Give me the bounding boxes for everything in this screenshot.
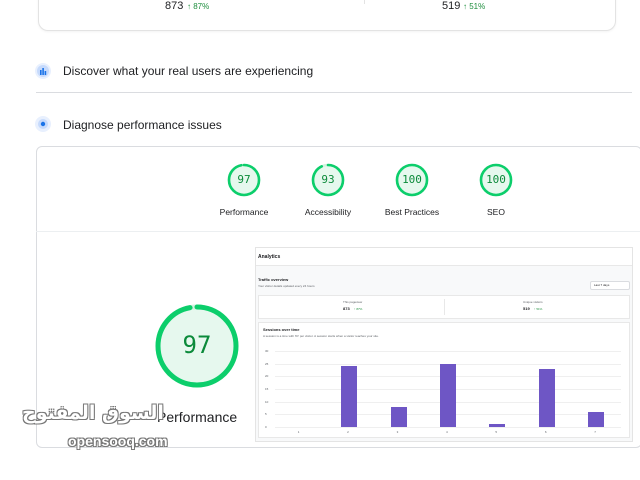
page-screenshot-thumbnail: Analytics Traffic overview Your visitor … — [255, 247, 633, 442]
chart-x-tick: 7 — [594, 430, 596, 434]
thumb-stats-divider — [444, 299, 445, 315]
chart-bar[interactable] — [440, 363, 456, 427]
lighthouse-icon — [34, 115, 52, 133]
section-title-diagnose[interactable]: Diagnose performance issues — [63, 118, 222, 132]
thumb-chart-panel: Sessions over time A session is a time w… — [258, 322, 630, 438]
chart-y-tick: 10 — [265, 399, 269, 404]
thumb-stats-panel: This pageview 873 ↑ 87% Unique visitors … — [258, 295, 630, 319]
traffic-stats-card — [38, 0, 616, 31]
chart-x-tick: 6 — [544, 430, 547, 434]
watermark-arabic: السوق المفتوح — [22, 402, 164, 424]
thumb-stat-right-value: 519 — [523, 306, 530, 311]
chart-y-tick: 5 — [265, 412, 267, 417]
chart-gridline — [275, 427, 621, 428]
score-value-seo: 100 — [486, 173, 506, 186]
thumb-stat-right-label: Unique visitors — [523, 300, 543, 304]
score-label-accessibility: Accessibility — [304, 207, 352, 217]
divider — [36, 92, 632, 93]
chart-bar[interactable] — [489, 424, 506, 427]
chart-y-tick: 15 — [265, 387, 269, 391]
stat-value-left: 873 — [165, 0, 184, 12]
thumb-date-select: Last 7 days — [590, 281, 630, 290]
thumb-overview-subtitle: Your visitor details updated every 24 ho… — [258, 284, 315, 288]
score-value-performance: 97 — [237, 173, 251, 186]
chart-y-tick: 0 — [265, 425, 267, 429]
chart-y-tick: 30 — [265, 349, 269, 353]
thumb-header: Analytics — [256, 248, 632, 266]
score-label-performance: Performance — [219, 207, 269, 217]
thumb-date-select-value: Last 7 days — [594, 283, 610, 287]
stats-divider — [364, 0, 365, 4]
card-divider — [36, 231, 640, 232]
chart-y-tick: 25 — [265, 361, 269, 366]
performance-score-large: 97 — [182, 331, 212, 359]
chart-bar[interactable] — [341, 366, 358, 427]
stat-delta-left: ↑ 87% — [187, 2, 210, 11]
sessions-bar-chart: 0 5 10 15 20 25 30 1 2 3 4 5 6 7 — [259, 323, 629, 437]
chart-x-tick: 5 — [495, 430, 498, 434]
score-value-best-practices: 100 — [402, 173, 422, 186]
thumb-overview-title: Traffic overview — [258, 277, 289, 282]
chart-x-tick: 2 — [347, 430, 349, 434]
score-label-seo: SEO — [487, 207, 505, 217]
chart-x-tick: 3 — [396, 430, 399, 434]
thumb-stat-left-label: This pageview — [343, 300, 363, 304]
chart-bar[interactable] — [588, 411, 605, 427]
score-label-best-practices: Best Practices — [384, 207, 440, 217]
chart-bar[interactable] — [538, 368, 555, 427]
thumb-title: Analytics — [258, 254, 281, 260]
stat-delta-right: ↑ 51% — [463, 2, 486, 11]
chart-gridline — [275, 351, 621, 352]
chart-y-tick: 20 — [265, 374, 269, 379]
chart-x-tick: 1 — [297, 430, 300, 434]
stat-value-right: 519 — [442, 0, 461, 12]
users-icon — [34, 62, 52, 80]
chart-x-tick: 4 — [446, 430, 448, 434]
section-title-discover[interactable]: Discover what your real users are experi… — [63, 64, 313, 78]
watermark-latin: opensooq.com — [68, 433, 168, 449]
thumb-stat-left-delta: ↑ 87% — [354, 307, 363, 311]
chart-bar[interactable] — [390, 406, 407, 427]
thumb-stat-left-value: 873 — [343, 306, 350, 311]
score-value-accessibility: 93 — [321, 173, 335, 186]
thumb-stat-right-delta: ↑ 51% — [534, 307, 543, 311]
